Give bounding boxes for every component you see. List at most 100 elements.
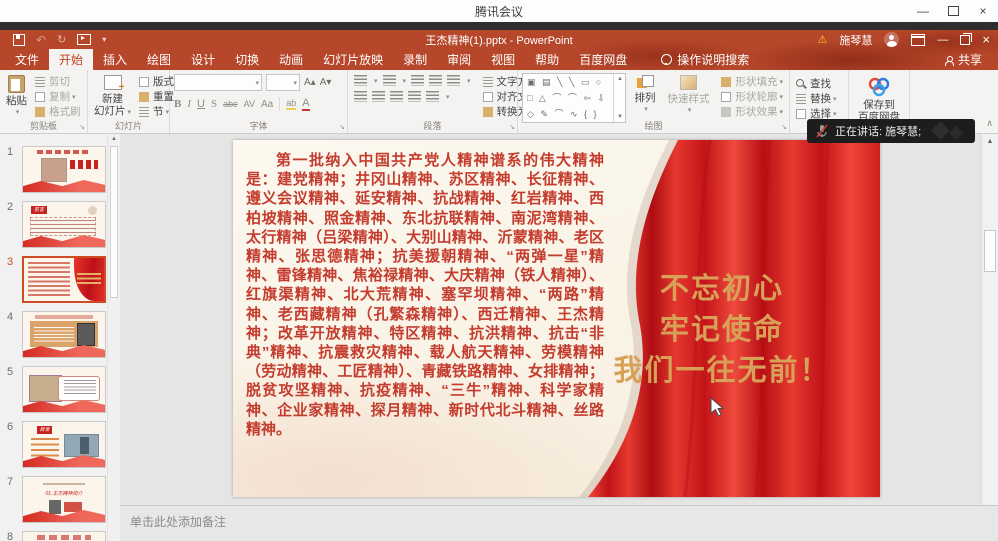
character-spacing-button[interactable]: AV <box>244 99 255 109</box>
strikethrough-button[interactable]: abc <box>223 99 238 109</box>
meeting-maximize-icon[interactable] <box>938 0 968 22</box>
shapes-row-2[interactable]: □ △ ⌒ ⌒ ⇦ ⇩ <box>527 91 611 104</box>
editing-scrollbar[interactable]: ▲ <box>981 134 998 505</box>
italic-button[interactable]: I <box>187 98 191 110</box>
quick-styles-button[interactable]: 快速样式 ▾ <box>663 73 713 119</box>
drawing-dialog-launcher-icon[interactable]: ↘ <box>781 123 787 131</box>
shapes-row-1[interactable]: ▣ ▤ ╲ ╲ ▭ ○ <box>527 77 611 88</box>
save-icon[interactable] <box>13 34 25 46</box>
align-center-icon[interactable] <box>372 91 385 102</box>
tab-animations[interactable]: 动画 <box>269 49 313 70</box>
font-color-button[interactable]: A <box>302 97 309 111</box>
tell-me-search[interactable]: 操作说明搜索 <box>651 49 759 70</box>
slide-thumbnail-3-selected[interactable]: 3 <box>22 256 106 303</box>
undo-icon[interactable]: ↶ <box>36 35 46 45</box>
align-left-icon[interactable] <box>354 91 367 102</box>
columns-icon[interactable] <box>426 91 439 102</box>
meeting-watermark-icon <box>931 121 949 139</box>
tab-slideshow[interactable]: 幻灯片放映 <box>313 49 393 70</box>
editing-scroll-thumb[interactable] <box>984 230 996 272</box>
slide-thumbnail-8[interactable]: 8 <box>22 531 106 541</box>
font-size-combobox[interactable]: ▾ <box>266 74 300 91</box>
font-dialog-launcher-icon[interactable]: ↘ <box>339 123 345 131</box>
tab-design[interactable]: 设计 <box>181 49 225 70</box>
find-button[interactable]: 查找 <box>792 76 846 91</box>
underline-button[interactable]: U <box>197 98 205 110</box>
ppt-restore-icon[interactable] <box>960 35 970 45</box>
redo-icon[interactable]: ↻ <box>57 35 66 45</box>
collapse-ribbon-icon[interactable]: ∧ <box>986 118 993 129</box>
shapes-gallery[interactable]: ▣ ▤ ╲ ╲ ▭ ○ □ △ ⌒ ⌒ ⇦ ⇩ ◇ ✎ ⌒ ∿ { } ▲▼ <box>522 73 626 123</box>
paragraph-dialog-launcher-icon[interactable]: ↘ <box>509 123 515 131</box>
ribbon-display-options-icon[interactable] <box>911 34 925 46</box>
group-label-drawing: 绘图 <box>518 119 789 132</box>
slideshow-icon[interactable] <box>77 34 91 45</box>
paste-button[interactable]: 粘贴 ▾ <box>2 73 31 119</box>
notes-pane[interactable]: 单击此处添加备注 <box>120 505 998 541</box>
ribbon-group-clipboard: 粘贴 ▾ 剪切 复制▾ 格式刷 剪贴板 ↘ <box>0 70 88 133</box>
copy-button[interactable]: 复制▾ <box>31 89 85 104</box>
slide-thumbnail-6[interactable]: 6 目录 <box>22 421 106 468</box>
save-to-baidu-button[interactable]: 保存到 百度网盘 <box>851 75 907 123</box>
replace-button[interactable]: 替换▾ <box>792 91 846 106</box>
tab-insert[interactable]: 插入 <box>93 49 137 70</box>
shape-outline-button[interactable]: 形状轮廓▾ <box>717 89 787 104</box>
warning-icon[interactable]: ⚠ <box>818 33 828 46</box>
arrange-button[interactable]: 排列 ▾ <box>630 73 659 119</box>
shrink-font-icon[interactable]: A▾ <box>320 77 332 88</box>
text-shadow-button[interactable]: S <box>211 98 217 110</box>
tab-review[interactable]: 审阅 <box>437 49 481 70</box>
ppt-minimize-icon[interactable]: — <box>937 34 948 46</box>
ribbon-group-slides: 新建 幻灯片▾ 版式▾ 重置 节▾ 幻灯片 <box>88 70 170 133</box>
increase-indent-icon[interactable] <box>429 75 442 86</box>
ppt-close-icon[interactable]: × <box>982 32 990 47</box>
avatar[interactable] <box>884 32 899 47</box>
person-icon <box>945 56 953 64</box>
meeting-close-icon[interactable]: × <box>968 0 998 22</box>
shape-effects-button[interactable]: 形状效果▾ <box>717 104 787 119</box>
decrease-indent-icon[interactable] <box>411 75 424 86</box>
slide-thumbnail-1[interactable]: 1 <box>22 146 106 193</box>
tab-transitions[interactable]: 切换 <box>225 49 269 70</box>
share-button[interactable]: 共享 <box>945 49 998 70</box>
slide-thumbnail-2[interactable]: 2 前言 <box>22 201 106 248</box>
tab-home[interactable]: 开始 <box>49 49 93 70</box>
tab-baidu-netdisk[interactable]: 百度网盘 <box>569 49 637 70</box>
thumbnail-scrollbar[interactable]: ▲ <box>107 134 120 541</box>
tab-help[interactable]: 帮助 <box>525 49 569 70</box>
slide-thumbnail-5[interactable]: 5 <box>22 366 106 413</box>
powerpoint-titlebar: ↶ ↻ ▾ 王杰精神(1).pptx - PowerPoint ⚠ 施琴慧 — … <box>0 30 998 49</box>
format-painter-button[interactable]: 格式刷 <box>31 104 85 119</box>
shapes-row-3[interactable]: ◇ ✎ ⌒ ∿ { } <box>527 107 611 120</box>
highlight-color-button[interactable]: ab <box>286 98 296 110</box>
curtain-slogan[interactable]: 不忘初心 牢记使命 我们一往无前！ <box>572 268 872 391</box>
tab-view[interactable]: 视图 <box>481 49 525 70</box>
change-case-button[interactable]: Aa <box>261 99 273 110</box>
slide-canvas[interactable]: 第一批纳入中国共产党人精神谱系的伟大精神是：建党精神；井冈山精神、苏区精神、长征… <box>233 140 880 497</box>
tab-file[interactable]: 文件 <box>5 49 49 70</box>
grow-font-icon[interactable]: A▴ <box>304 77 316 88</box>
thumbnail-scroll-up-icon[interactable]: ▲ <box>108 136 120 142</box>
numbering-icon[interactable] <box>383 75 396 86</box>
meeting-minimize-icon[interactable]: — <box>908 0 938 22</box>
font-name-combobox[interactable]: ▾ <box>174 74 262 91</box>
thumbnail-scroll-thumb[interactable] <box>110 146 118 298</box>
justify-icon[interactable] <box>408 91 421 102</box>
new-slide-button[interactable]: 新建 幻灯片▾ <box>90 73 135 119</box>
slide-body-text[interactable]: 第一批纳入中国共产党人精神谱系的伟大精神是：建党精神；井冈山精神、苏区精神、长征… <box>246 151 604 439</box>
slide-thumbnail-7[interactable]: 7 01.王杰精神简介 <box>22 476 106 523</box>
shape-fill-button[interactable]: 形状填充▾ <box>717 74 787 89</box>
editing-scroll-up-icon[interactable]: ▲ <box>982 138 998 145</box>
tab-record[interactable]: 录制 <box>393 49 437 70</box>
bold-button[interactable]: B <box>174 98 181 110</box>
shapes-gallery-scrollbar[interactable]: ▲▼ <box>613 74 625 122</box>
tab-draw[interactable]: 绘图 <box>137 49 181 70</box>
bullets-icon[interactable] <box>354 75 367 86</box>
align-right-icon[interactable] <box>390 91 403 102</box>
clipboard-dialog-launcher-icon[interactable]: ↘ <box>79 123 85 131</box>
account-name[interactable]: 施琴慧 <box>839 32 872 48</box>
line-spacing-icon[interactable] <box>447 75 460 86</box>
qat-customize-icon[interactable]: ▾ <box>102 35 106 44</box>
slide-thumbnail-4[interactable]: 4 <box>22 311 106 358</box>
cut-button[interactable]: 剪切 <box>31 74 85 89</box>
